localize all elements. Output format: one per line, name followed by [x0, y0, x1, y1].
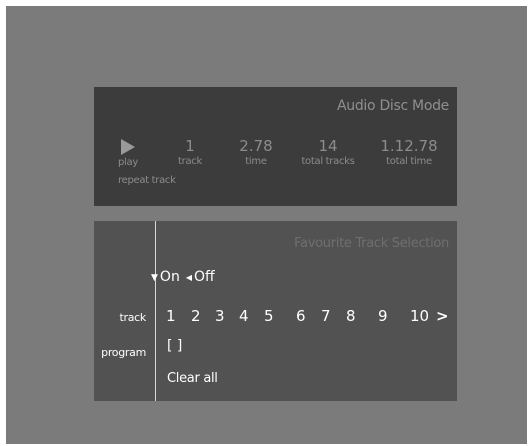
- selector-down-arrow-icon: ▼: [151, 273, 158, 283]
- on-option[interactable]: On: [160, 269, 180, 285]
- elapsed-time: 2.78 time: [236, 137, 276, 168]
- track-option-1[interactable]: 1: [166, 307, 176, 325]
- off-option[interactable]: Off: [194, 269, 215, 285]
- next-page-arrow[interactable]: >: [436, 307, 449, 325]
- track-option-2[interactable]: 2: [191, 307, 201, 325]
- program-row-label: program: [101, 346, 146, 359]
- play-label: play: [118, 157, 138, 168]
- total-time: 1.12.78 total time: [376, 137, 442, 168]
- divider-line: [155, 221, 156, 401]
- total-time-label: total time: [386, 156, 432, 167]
- total-tracks: 14 total tracks: [296, 137, 360, 168]
- play-control[interactable]: play: [108, 137, 148, 169]
- time-value: 2.78: [239, 137, 273, 155]
- mode-title: Audio Disc Mode: [337, 98, 449, 114]
- program-slot[interactable]: [ ]: [167, 338, 182, 354]
- total-tracks-label: total tracks: [301, 156, 355, 167]
- track-value: 1: [185, 137, 195, 155]
- play-icon: [121, 139, 135, 155]
- repeat-track-label[interactable]: repeat track: [118, 175, 176, 186]
- favourite-title: Favourite Track Selection: [294, 236, 449, 251]
- track-option-6[interactable]: 6: [296, 307, 306, 325]
- audio-disc-panel: Audio Disc Mode play 1 track 2.78 time 1…: [94, 87, 457, 206]
- track-option-3[interactable]: 3: [215, 307, 225, 325]
- track-option-8[interactable]: 8: [346, 307, 356, 325]
- time-label: time: [245, 156, 267, 167]
- on-off-toggle[interactable]: ▼ On ◀ Off: [151, 269, 215, 285]
- track-option-4[interactable]: 4: [239, 307, 249, 325]
- left-arrow-icon: ◀: [185, 272, 192, 282]
- total-tracks-value: 14: [318, 137, 338, 155]
- current-track: 1 track: [170, 137, 210, 168]
- track-option-9[interactable]: 9: [378, 307, 388, 325]
- track-row-label: track: [119, 311, 147, 324]
- track-option-7[interactable]: 7: [321, 307, 331, 325]
- track-option-10[interactable]: 10: [410, 307, 429, 325]
- track-option-5[interactable]: 5: [264, 307, 274, 325]
- favourite-track-panel: Favourite Track Selection ▼ On ◀ Off tra…: [94, 221, 457, 401]
- total-time-value: 1.12.78: [380, 137, 438, 155]
- track-label: track: [178, 156, 202, 167]
- clear-all-button[interactable]: Clear all: [167, 371, 218, 386]
- tv-screen: Audio Disc Mode play 1 track 2.78 time 1…: [6, 6, 527, 444]
